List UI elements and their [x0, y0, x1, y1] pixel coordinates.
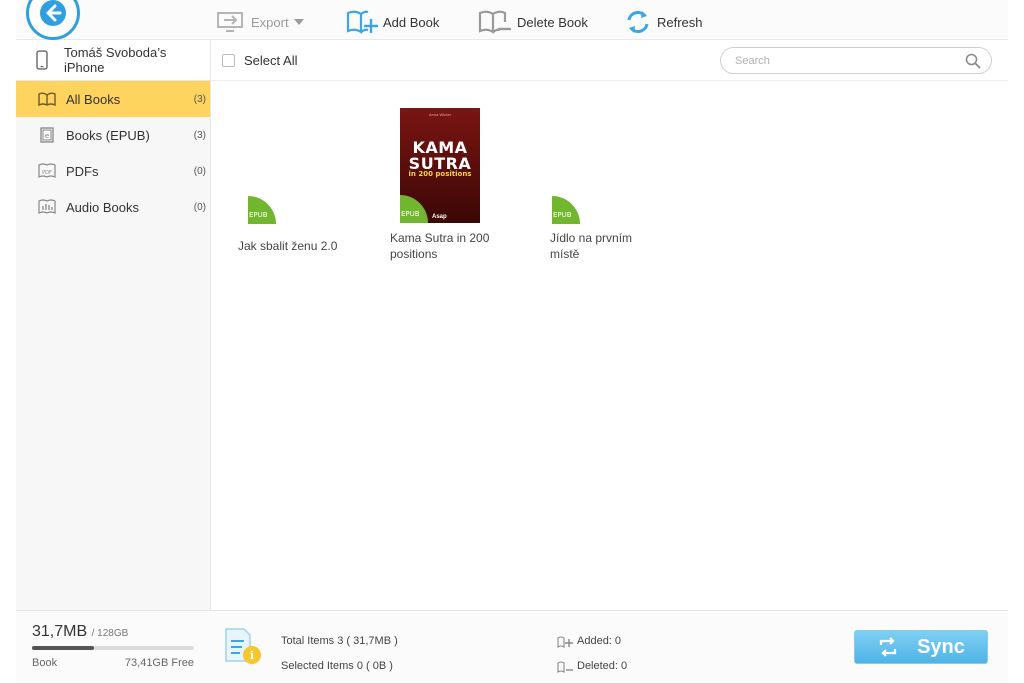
toolbar: Export Add Book Delete Book Refresh — [16, 0, 1008, 40]
epub-badge-label: EPUB — [249, 211, 268, 219]
book-open-icon — [38, 92, 56, 106]
refresh-icon — [627, 11, 649, 33]
book-item[interactable]: Jak sbalit ženu 2.0 — [238, 238, 358, 254]
storage-total: / 128GB — [91, 628, 129, 639]
epub-badge-label: EPUB — [553, 211, 572, 219]
svg-text:e: e — [45, 132, 49, 140]
storage-bar-fill — [32, 646, 94, 650]
delete-book-button[interactable]: Delete Book — [478, 6, 588, 38]
storage-used: 31,7MB — [32, 623, 88, 640]
total-items: Total Items 3 ( 31,7MB ) — [281, 635, 398, 647]
cover-publisher: Asap — [432, 214, 447, 220]
sidebar-item-count: (3) — [193, 129, 206, 141]
book-item[interactable]: Kama Sutra in 200 positions — [390, 230, 510, 262]
export-icon — [217, 12, 243, 32]
svg-text:i: i — [250, 649, 254, 662]
book-title: Jídlo na prvním místě — [550, 231, 633, 261]
epub-book-icon: e — [40, 127, 54, 143]
audio-book-icon — [38, 199, 56, 214]
pdf-icon: PDF — [38, 163, 56, 178]
cover-author: Anna Winter — [428, 112, 451, 117]
book-grid: EPUB Jak sbalit ženu 2.0 Anna Winter KAM… — [212, 82, 1008, 610]
storage-free: 73,41GB Free — [124, 657, 194, 669]
sidebar-item-label: PDFs — [66, 163, 99, 179]
search-box[interactable] — [720, 47, 992, 74]
svg-text:PDF: PDF — [42, 170, 52, 176]
sidebar-item-count: (0) — [193, 165, 206, 177]
search-input[interactable] — [735, 54, 955, 67]
sidebar-item-label: All Books — [66, 91, 121, 107]
content-header: Select All — [212, 40, 1008, 81]
device-name: Tomáš Svoboda’s iPhone — [63, 45, 167, 75]
added-book-icon — [557, 635, 573, 648]
book-item[interactable]: Jídlo na prvním místě — [550, 230, 650, 262]
deleted-count: Deleted: 0 — [577, 660, 628, 672]
back-button[interactable] — [26, 0, 80, 40]
delete-book-label: Delete Book — [517, 14, 588, 30]
add-book-button[interactable]: Add Book — [346, 6, 439, 38]
add-book-icon — [346, 10, 378, 35]
search-icon[interactable] — [965, 53, 981, 69]
sidebar-item-count: (0) — [193, 201, 206, 213]
arrow-left-icon — [40, 0, 66, 26]
deleted-book-icon — [557, 660, 573, 673]
storage-summary: 31,7MB / 128GB Book 73,41GB Free — [32, 623, 194, 669]
select-all-label: Select All — [244, 52, 298, 68]
cover-subtitle: in 200 positions — [408, 170, 472, 178]
sidebar: Tomáš Svoboda’s iPhone All Books (3) e B… — [16, 40, 211, 610]
export-label: Export — [251, 14, 289, 30]
storage-type-label: Book — [32, 657, 58, 669]
refresh-label: Refresh — [657, 14, 703, 30]
export-button[interactable]: Export — [216, 6, 305, 38]
selected-items: Selected Items 0 ( 0B ) — [281, 660, 393, 672]
chevron-down-icon — [293, 19, 304, 25]
status-footer: 31,7MB / 128GB Book 73,41GB Free i Total… — [16, 610, 1008, 683]
select-all-control[interactable]: Select All — [222, 53, 297, 68]
epub-badge: EPUB — [552, 196, 580, 224]
sidebar-item-audio-books[interactable]: Audio Books (0) — [16, 189, 210, 225]
epub-badge-label: EPUB — [401, 210, 420, 218]
sidebar-item-pdfs[interactable]: PDF PDFs (0) — [16, 153, 210, 189]
file-info-icon: i — [225, 628, 261, 664]
sidebar-item-epub[interactable]: e Books (EPUB) (3) — [16, 117, 210, 153]
storage-bar — [32, 646, 194, 650]
delete-book-icon — [478, 10, 511, 35]
item-stats: Total Items 3 ( 31,7MB ) Selected Items … — [281, 629, 398, 679]
sidebar-item-label: Books (EPUB) — [66, 127, 150, 143]
sync-label: Sync — [917, 635, 965, 658]
added-count: Added: 0 — [577, 635, 622, 647]
sync-icon — [879, 637, 897, 657]
device-item[interactable]: Tomáš Svoboda’s iPhone — [16, 40, 210, 81]
sidebar-item-label: Audio Books — [66, 199, 139, 215]
epub-badge: EPUB — [400, 195, 428, 223]
select-all-checkbox[interactable] — [222, 53, 235, 67]
epub-badge: EPUB — [248, 196, 276, 224]
sync-button[interactable]: Sync — [854, 630, 988, 664]
refresh-button[interactable]: Refresh — [624, 6, 703, 38]
sidebar-item-count: (3) — [193, 93, 206, 105]
book-title: Kama Sutra in 200 positions — [390, 231, 490, 261]
add-book-label: Add Book — [383, 14, 440, 30]
app-window: Export Add Book Delete Book Refresh Tomá… — [16, 0, 1008, 683]
sidebar-item-all-books[interactable]: All Books (3) — [16, 81, 210, 117]
iphone-icon — [36, 50, 48, 70]
book-title: Jak sbalit ženu 2.0 — [238, 239, 338, 253]
change-stats: Added: 0 Deleted: 0 — [557, 629, 627, 679]
